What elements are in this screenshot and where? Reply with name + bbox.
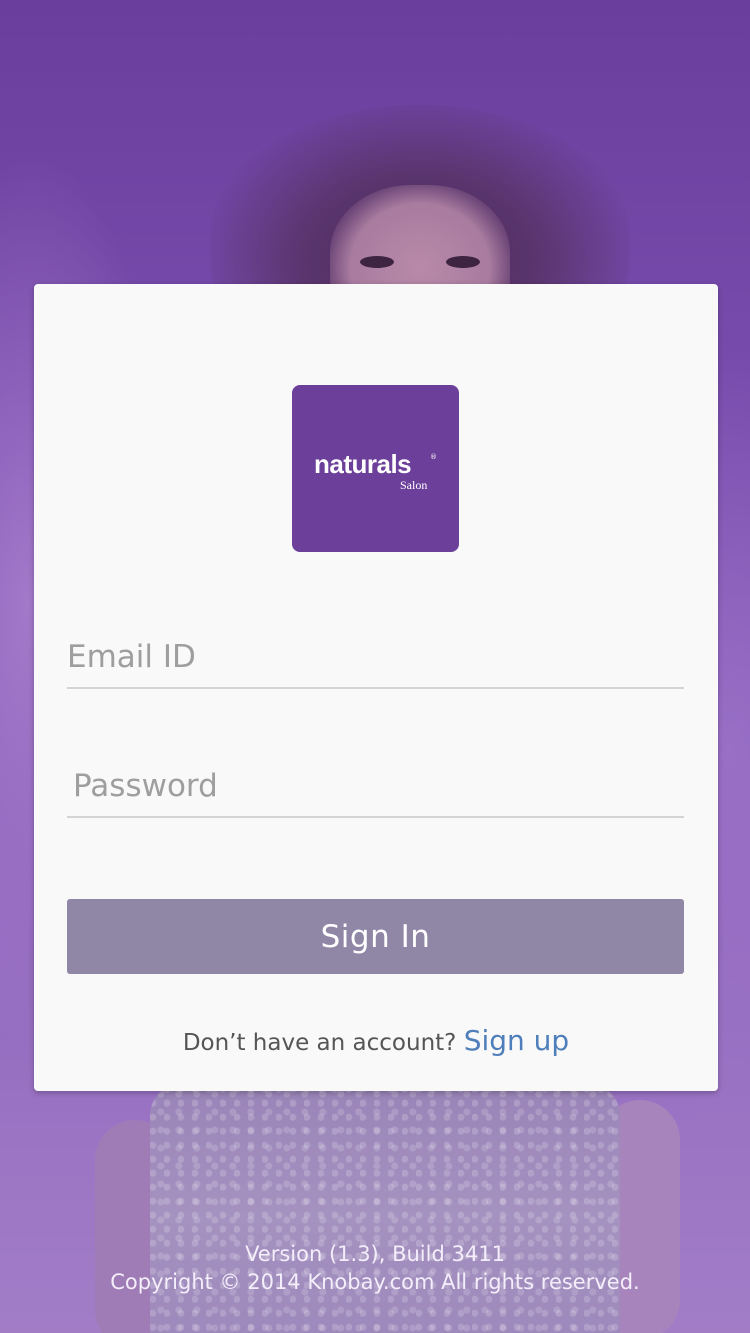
- signup-row: Don’t have an account? Sign up: [34, 1024, 718, 1057]
- login-card: naturals ® Salon Sign In Don’t have an a…: [34, 284, 718, 1091]
- copyright-text: Copyright © 2014 Knobay.com All rights r…: [110, 1270, 640, 1294]
- footer: Version (1.3), Build 3411 Copyright © 20…: [0, 1240, 750, 1296]
- password-field: [67, 756, 690, 818]
- password-input[interactable]: [67, 756, 690, 816]
- naturals-salon-logo: naturals ® Salon: [292, 385, 459, 552]
- version-text: Version (1.3), Build 3411: [245, 1242, 505, 1266]
- sign-up-link[interactable]: Sign up: [464, 1024, 570, 1057]
- logo-wordmark: naturals: [314, 449, 412, 479]
- logo-subtitle: Salon: [400, 478, 428, 492]
- sign-in-button[interactable]: Sign In: [67, 899, 684, 974]
- email-input[interactable]: [67, 627, 684, 687]
- login-screen: naturals ® Salon Sign In Don’t have an a…: [0, 0, 750, 1333]
- logo-registered-mark: ®: [430, 453, 437, 461]
- signup-prompt: Don’t have an account?: [182, 1030, 464, 1056]
- email-field: [67, 627, 684, 689]
